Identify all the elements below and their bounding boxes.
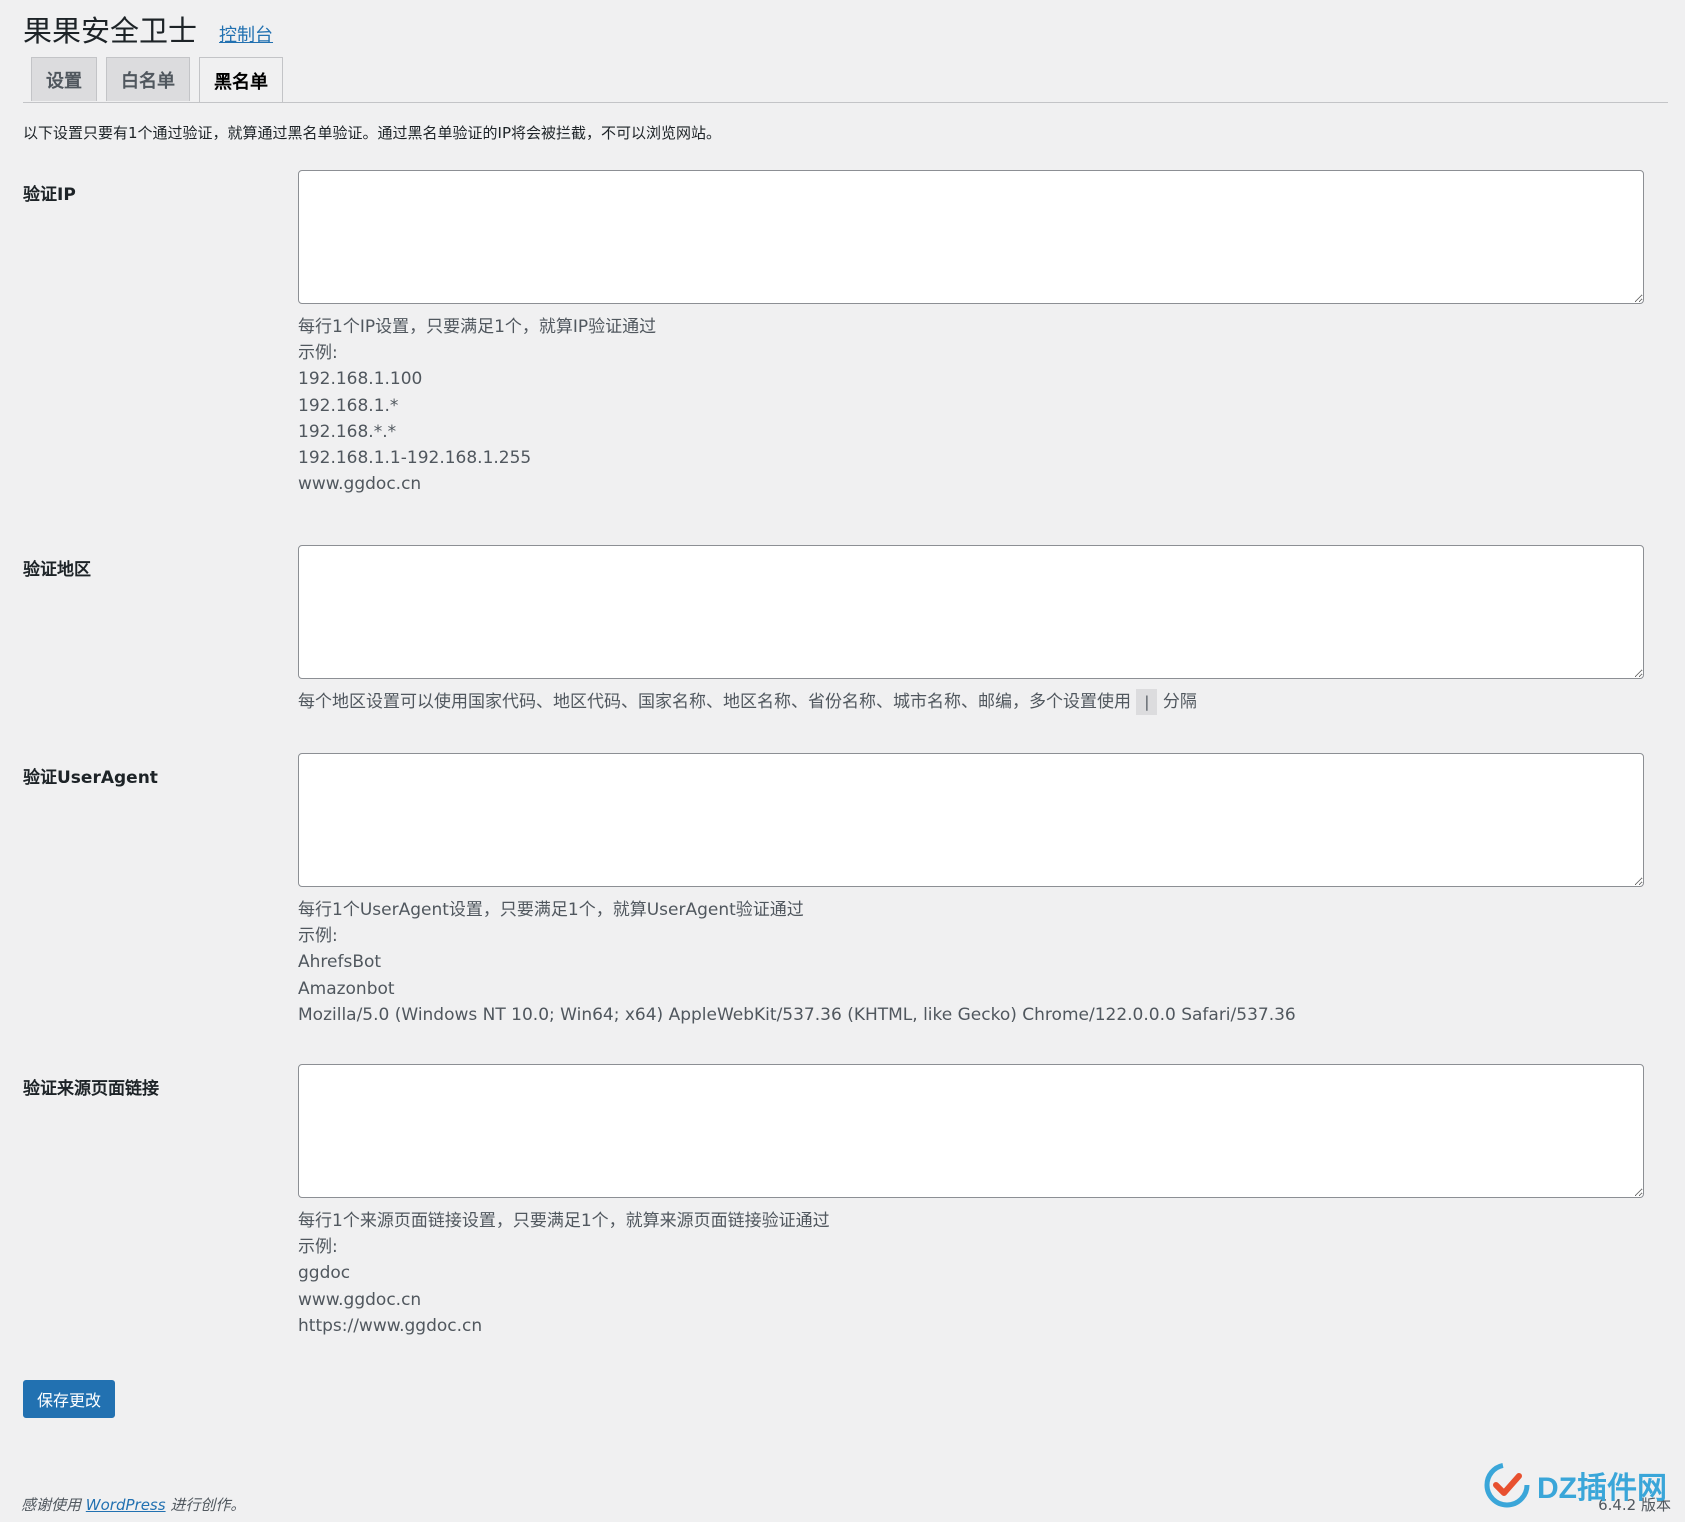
referer-desc-line: 示例: bbox=[298, 1237, 338, 1258]
ip-desc-line: 192.168.*.* bbox=[298, 421, 397, 442]
useragent-description: 每行1个UserAgent设置，只要满足1个，就算UserAgent验证通过 示… bbox=[298, 897, 1644, 1028]
referer-field-wrap: 每行1个来源页面链接设置，只要满足1个，就算来源页面链接验证通过 示例: ggd… bbox=[298, 1064, 1644, 1339]
ip-label: 验证IP bbox=[23, 185, 76, 205]
useragent-label: 验证UserAgent bbox=[23, 768, 158, 788]
referer-desc-line: ggdoc bbox=[298, 1263, 351, 1284]
useragent-desc-line: AhrefsBot bbox=[298, 952, 382, 973]
referer-desc-line: https://www.ggdoc.cn bbox=[298, 1315, 483, 1336]
page-title: 果果安全卫士 bbox=[23, 14, 198, 48]
tab-settings[interactable]: 设置 bbox=[31, 57, 97, 101]
referer-desc-line: 每行1个来源页面链接设置，只要满足1个，就算来源页面链接验证通过 bbox=[298, 1211, 830, 1231]
footer-thanks-before: 感谢使用 bbox=[21, 1496, 82, 1514]
useragent-textarea[interactable] bbox=[298, 753, 1644, 887]
save-changes-button[interactable]: 保存更改 bbox=[23, 1380, 116, 1418]
ip-desc-line: 192.168.1.100 bbox=[298, 369, 423, 390]
useragent-desc-line: 每行1个UserAgent设置，只要满足1个，就算UserAgent验证通过 bbox=[298, 900, 804, 920]
region-desc-text: 分隔 bbox=[1162, 692, 1197, 712]
checkmark-logo-icon bbox=[1484, 1462, 1530, 1508]
useragent-desc-line: Mozilla/5.0 (Windows NT 10.0; Win64; x64… bbox=[298, 1004, 1296, 1025]
ip-field-wrap: 每行1个IP设置，只要满足1个，就算IP验证通过 示例: 192.168.1.1… bbox=[298, 170, 1644, 497]
referer-textarea[interactable] bbox=[298, 1064, 1644, 1198]
tab-bar: 设置 白名单 黑名单 bbox=[31, 57, 292, 103]
ip-desc-line: 每行1个IP设置，只要满足1个，就算IP验证通过 bbox=[298, 317, 657, 337]
footer-thanks-after: 进行创作。 bbox=[170, 1496, 246, 1514]
region-textarea[interactable] bbox=[298, 545, 1644, 679]
referer-label: 验证来源页面链接 bbox=[23, 1079, 159, 1099]
region-desc-text: 每个地区设置可以使用国家代码、地区代码、国家名称、地区名称、省份名称、城市名称、… bbox=[298, 692, 1131, 712]
region-description: 每个地区设置可以使用国家代码、地区代码、国家名称、地区名称、省份名称、城市名称、… bbox=[298, 689, 1644, 716]
page-header: 果果安全卫士 控制台 bbox=[23, 8, 273, 50]
ip-desc-line: www.ggdoc.cn bbox=[298, 474, 422, 495]
referer-desc-line: www.ggdoc.cn bbox=[298, 1289, 422, 1310]
wordpress-link[interactable]: WordPress bbox=[86, 1496, 166, 1514]
ip-desc-line: 192.168.1.1-192.168.1.255 bbox=[298, 448, 532, 469]
useragent-field-wrap: 每行1个UserAgent设置，只要满足1个，就算UserAgent验证通过 示… bbox=[298, 753, 1644, 1028]
ip-textarea[interactable] bbox=[298, 170, 1644, 304]
region-field-wrap: 每个地区设置可以使用国家代码、地区代码、国家名称、地区名称、省份名称、城市名称、… bbox=[298, 545, 1644, 716]
intro-text: 以下设置只要有1个通过验证，就算通过黑名单验证。通过黑名单验证的IP将会被拦截，… bbox=[23, 124, 722, 142]
useragent-desc-line: 示例: bbox=[298, 926, 338, 947]
tab-whitelist[interactable]: 白名单 bbox=[106, 57, 190, 101]
referer-description: 每行1个来源页面链接设置，只要满足1个，就算来源页面链接验证通过 示例: ggd… bbox=[298, 1208, 1644, 1339]
dashboard-link[interactable]: 控制台 bbox=[219, 21, 273, 47]
ip-desc-line: 192.168.1.* bbox=[298, 395, 399, 416]
ip-description: 每行1个IP设置，只要满足1个，就算IP验证通过 示例: 192.168.1.1… bbox=[298, 314, 1644, 497]
tabs-divider bbox=[23, 102, 1668, 103]
tab-blacklist[interactable]: 黑名单 bbox=[199, 57, 283, 103]
region-desc-code: | bbox=[1136, 689, 1158, 716]
watermark: DZ插件网 bbox=[1483, 1455, 1673, 1515]
useragent-desc-line: Amazonbot bbox=[298, 978, 395, 999]
footer-thanks: 感谢使用 WordPress 进行创作。 bbox=[21, 1494, 245, 1515]
ip-desc-line: 示例: bbox=[298, 343, 338, 364]
region-label: 验证地区 bbox=[23, 560, 91, 580]
watermark-text: DZ插件网 bbox=[1537, 1472, 1667, 1505]
